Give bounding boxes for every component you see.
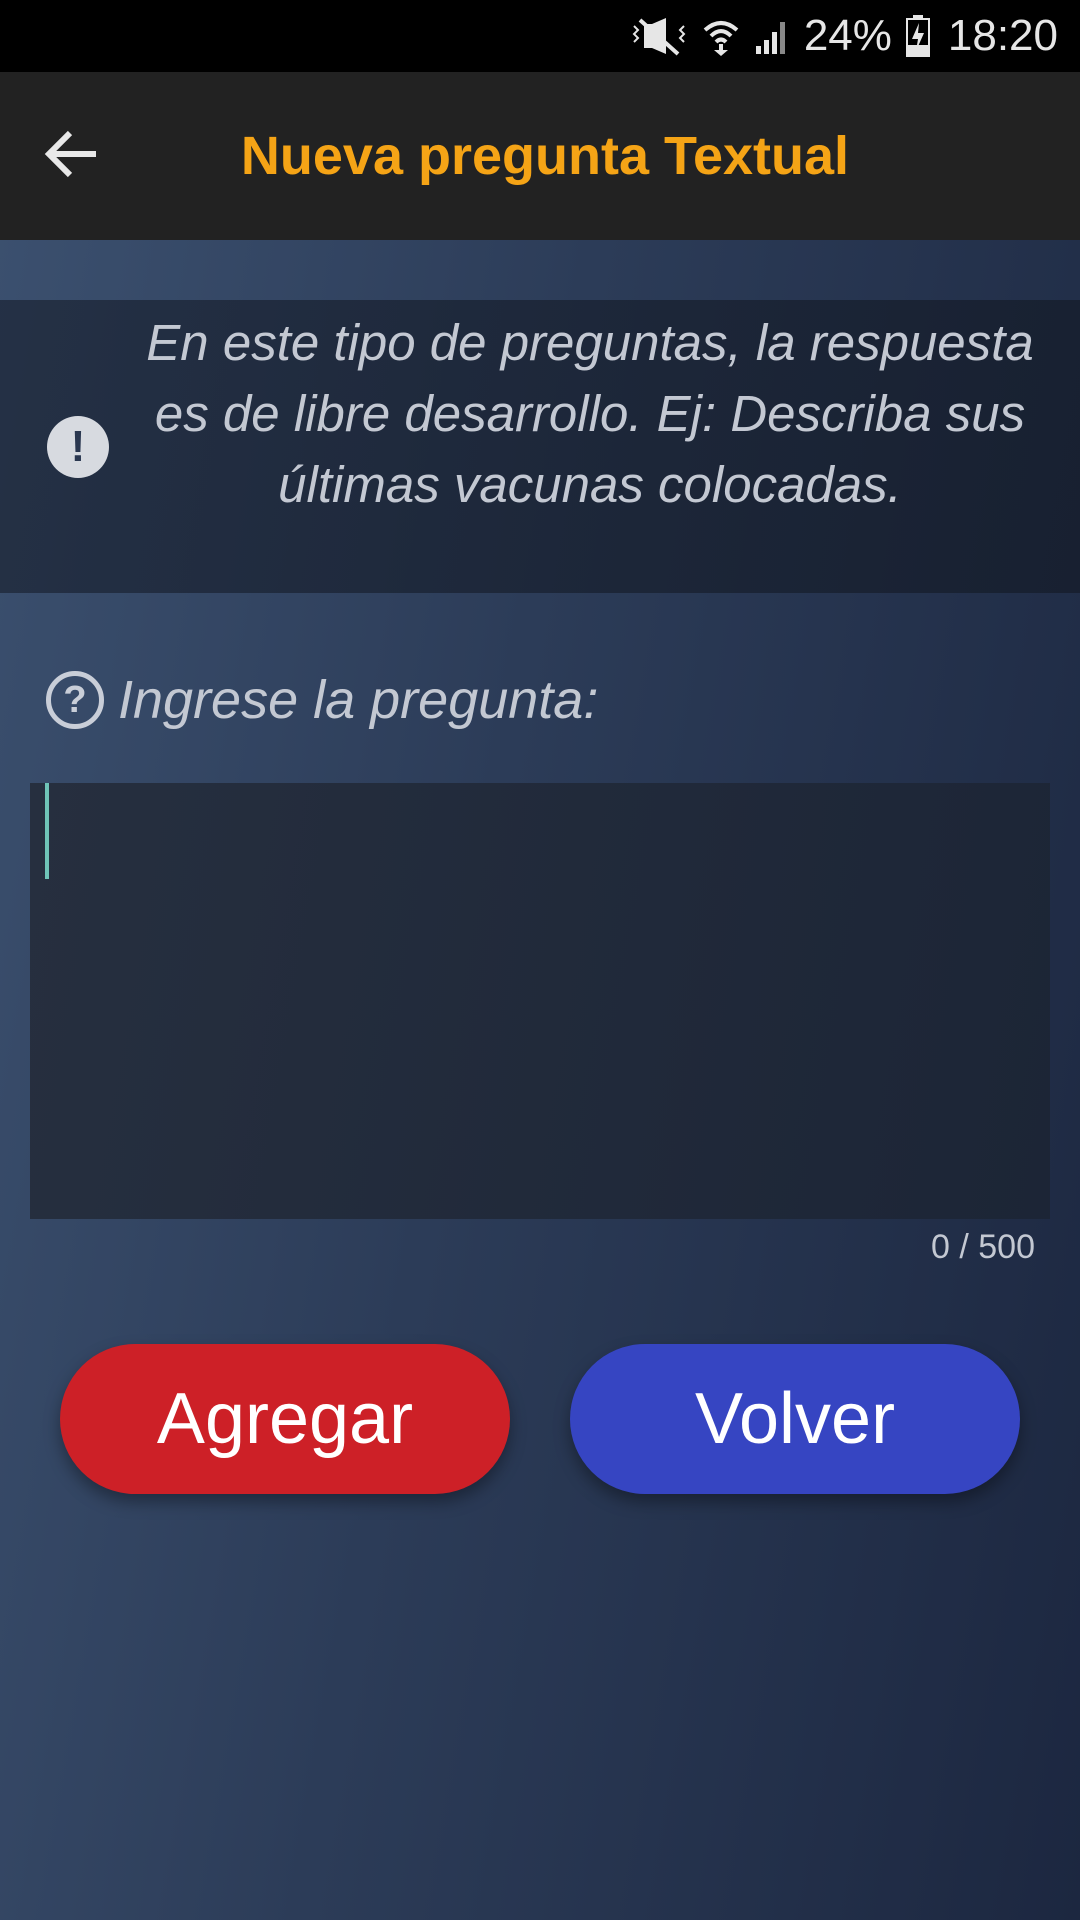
- back-action-button[interactable]: Volver: [570, 1344, 1020, 1494]
- status-icons: 24% 18:20: [630, 0, 1058, 72]
- question-input[interactable]: [30, 783, 1050, 1219]
- text-cursor: [45, 783, 49, 879]
- page-title: Nueva pregunta Textual: [240, 126, 850, 186]
- status-time: 18:20: [947, 11, 1058, 60]
- add-button[interactable]: Agregar: [60, 1344, 510, 1494]
- question-label: Ingrese la pregunta:: [118, 670, 599, 730]
- question-circle-icon: ?: [46, 671, 104, 729]
- mute-icon: [630, 16, 688, 56]
- battery-percent: 24%: [803, 11, 892, 60]
- wifi-icon: [702, 16, 740, 56]
- question-label-row: ? Ingrese la pregunta:: [46, 666, 598, 734]
- battery-charging-icon: [905, 15, 930, 57]
- app-bar: Nueva pregunta Textual: [0, 72, 1080, 240]
- exclamation-icon: !: [47, 416, 109, 478]
- char-counter: 0 / 500: [931, 1228, 1035, 1266]
- signal-icon: [754, 18, 790, 54]
- status-bar: 24% 18:20: [0, 0, 1080, 72]
- info-text: En este tipo de preguntas, la respuesta …: [146, 314, 1034, 513]
